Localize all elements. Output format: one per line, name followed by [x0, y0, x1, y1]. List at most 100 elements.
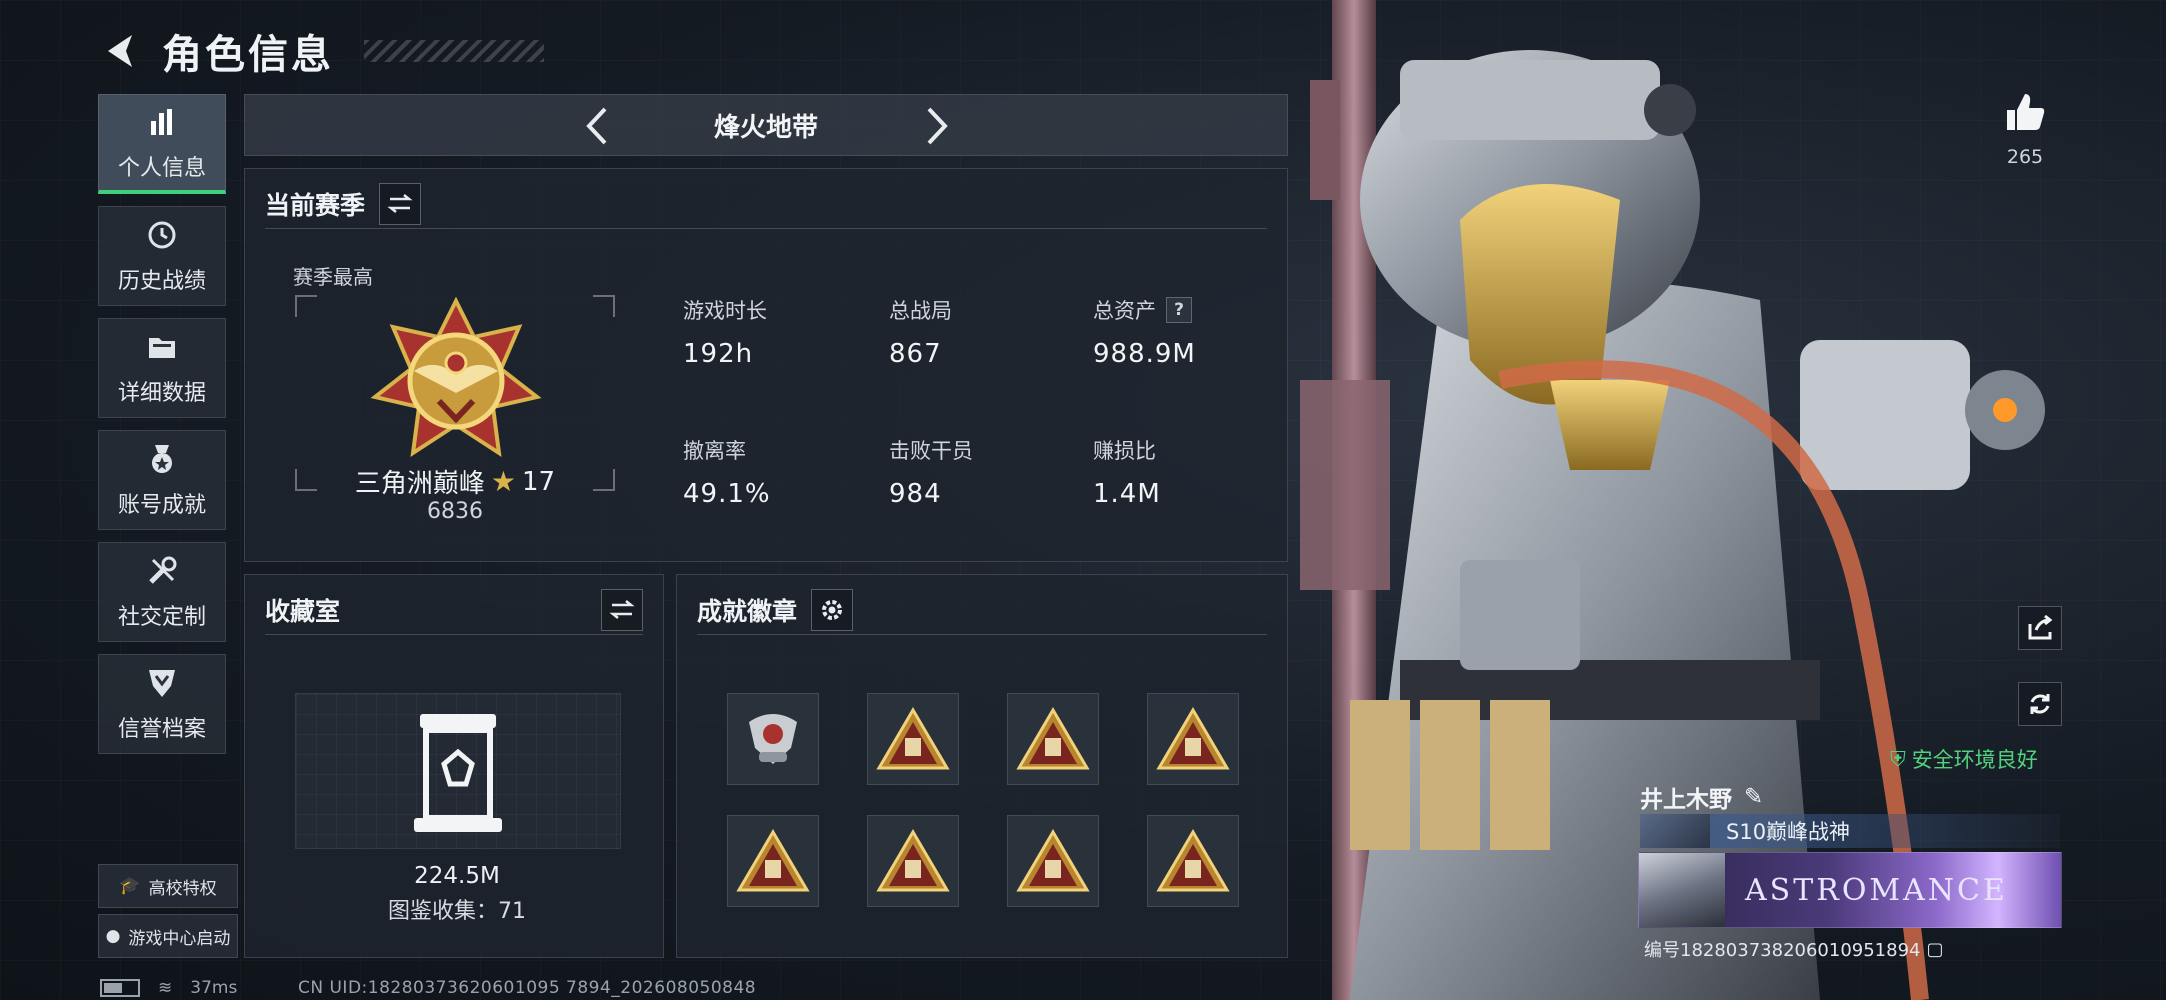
rank-stars: 17 — [522, 466, 556, 497]
chevron-right-icon — [927, 107, 948, 145]
sidebar-item-label: 信誉档案 — [117, 717, 206, 742]
swap-icon — [387, 193, 413, 213]
stat-label: 击败干员 — [889, 439, 973, 463]
page-header: 角色信息 — [100, 22, 544, 80]
mode-title: 烽火地带 — [713, 112, 818, 143]
badges-settings-button[interactable] — [811, 588, 854, 631]
achievement-badge[interactable] — [727, 815, 819, 907]
badge-emblem-icon — [736, 829, 810, 892]
badges-panel-header: 成就徽章 — [697, 585, 1267, 635]
frame-corner — [593, 295, 615, 317]
game-center-button[interactable]: ● 游戏中心启动 — [98, 914, 238, 958]
stat-extraction-rate: 撤离率 49.1% — [683, 435, 771, 509]
qq-icon: ● — [105, 926, 121, 946]
title-badge-text: S10巅峰战神 — [1726, 820, 1851, 844]
rank-display: 三角洲巅峰 ★ 17 6836 — [295, 295, 615, 524]
player-name: 井上木野 — [1640, 787, 1732, 813]
collection-switch-button[interactable] — [601, 588, 643, 631]
vault-icon — [414, 714, 502, 832]
collection-card[interactable] — [295, 693, 621, 849]
stat-value: 867 — [889, 339, 942, 369]
collection-count: 图鉴收集：71 — [388, 899, 526, 924]
back-arrow-icon[interactable] — [100, 31, 140, 71]
gear-icon — [822, 599, 843, 620]
refresh-button[interactable] — [2018, 682, 2062, 726]
sidebar-item-details[interactable]: 详细数据 — [98, 318, 226, 418]
achievement-badge[interactable] — [727, 693, 819, 785]
edit-icon[interactable]: ✎ — [1744, 784, 1763, 810]
stat-label: 游戏时长 — [683, 299, 767, 323]
battery-icon — [100, 979, 140, 997]
uid-text: CN UID:18280373620601095 7894_2026080508… — [298, 978, 757, 998]
achievement-badge[interactable] — [867, 815, 959, 907]
season-best-label: 赛季最高 — [293, 265, 373, 289]
sidebar-item-achievements[interactable]: 账号成就 — [98, 430, 226, 530]
campus-privilege-button[interactable]: 🎓 高校特权 — [98, 864, 238, 908]
thumbs-up-icon[interactable] — [2000, 90, 2050, 138]
sidebar-item-history[interactable]: 历史战绩 — [98, 206, 226, 306]
chevron-left-icon — [586, 107, 607, 145]
game-center-label: 游戏中心启动 — [128, 928, 231, 949]
mode-selector: 烽火地带 — [244, 94, 1288, 156]
sidebar-item-personal-info[interactable]: 个人信息 — [98, 94, 226, 194]
mode-prev-button[interactable] — [575, 103, 619, 149]
badges-panel: 成就徽章 — [676, 574, 1288, 958]
stat-value: 1.4M — [1093, 479, 1161, 509]
badges-title: 成就徽章 — [697, 596, 798, 626]
campus-icon: 🎓 — [119, 876, 141, 896]
stat-label: 总资产 — [1093, 299, 1156, 323]
help-icon[interactable]: ? — [1166, 297, 1192, 323]
season-switch-button[interactable] — [379, 182, 422, 225]
campus-label: 高校特权 — [148, 878, 217, 899]
season-title: 当前赛季 — [265, 190, 366, 220]
collection-value: 224.5M — [414, 863, 500, 889]
stat-value: 192h — [683, 339, 754, 369]
rank-emblem-icon — [370, 297, 542, 458]
stat-label: 总战局 — [889, 299, 952, 323]
likes[interactable]: 265 — [2000, 90, 2050, 168]
collection-panel: 收藏室 224.5M 图鉴收集：71 — [244, 574, 664, 958]
sidebar-item-reputation[interactable]: 信誉档案 — [98, 654, 226, 754]
season-panel-header: 当前赛季 — [265, 179, 1267, 229]
status-bar: ≋ 37ms — [100, 978, 237, 998]
sidebar: 个人信息 历史战绩 详细数据 账号成就 社交定制 信誉档案 — [98, 94, 226, 766]
player-id: 编号182803738206010951894 — [1644, 940, 1921, 961]
sidebar-item-social[interactable]: 社交定制 — [98, 542, 226, 642]
achievement-badge[interactable] — [1007, 693, 1099, 785]
folder-icon — [144, 329, 180, 365]
share-button[interactable] — [2018, 606, 2062, 650]
stat-value: 988.9M — [1093, 339, 1196, 369]
shield-check-icon: ⛨ — [1890, 746, 1906, 771]
badge-emblem-icon — [1016, 829, 1090, 892]
player-title-badge[interactable]: S10巅峰战神 — [1640, 814, 2060, 848]
character-illustration — [1300, 0, 2045, 1000]
share-icon — [2028, 614, 2053, 640]
stat-profit-loss-ratio: 赚损比 1.4M — [1093, 435, 1161, 509]
sidebar-item-label: 账号成就 — [117, 493, 206, 518]
banner-portrait — [1639, 853, 1725, 927]
wifi-icon: ≋ — [158, 978, 173, 998]
safe-environment-status: ⛨ 安全环境良好 — [1890, 744, 2038, 774]
achievement-badge[interactable] — [867, 693, 959, 785]
sidebar-item-label: 个人信息 — [117, 155, 206, 181]
player-banner[interactable]: ASTROMANCE — [1638, 852, 2062, 928]
badge-emblem-icon — [876, 707, 950, 770]
like-count: 265 — [2006, 146, 2044, 168]
achievement-badge[interactable] — [1007, 815, 1099, 907]
clock-icon — [144, 217, 180, 253]
stat-total-matches: 总战局 867 — [889, 295, 952, 369]
collection-title: 收藏室 — [265, 596, 341, 626]
stat-play-time: 游戏时长 192h — [683, 295, 767, 369]
sidebar-item-label: 详细数据 — [117, 381, 206, 406]
shield-icon — [144, 665, 180, 701]
sidebar-item-label: 历史战绩 — [117, 269, 206, 294]
stat-label-row: 总资产 ? — [1093, 295, 1196, 325]
copy-icon[interactable]: ▢ — [1927, 939, 1944, 960]
badge-grid — [727, 693, 1239, 907]
badge-emblem-icon — [1016, 707, 1090, 770]
mode-next-button[interactable] — [915, 103, 959, 149]
bar-chart-icon — [144, 104, 180, 140]
stat-operators-defeated: 击败干员 984 — [889, 435, 973, 509]
safe-env-text: 安全环境良好 — [1911, 748, 2038, 772]
ping-value: 37ms — [190, 978, 238, 998]
